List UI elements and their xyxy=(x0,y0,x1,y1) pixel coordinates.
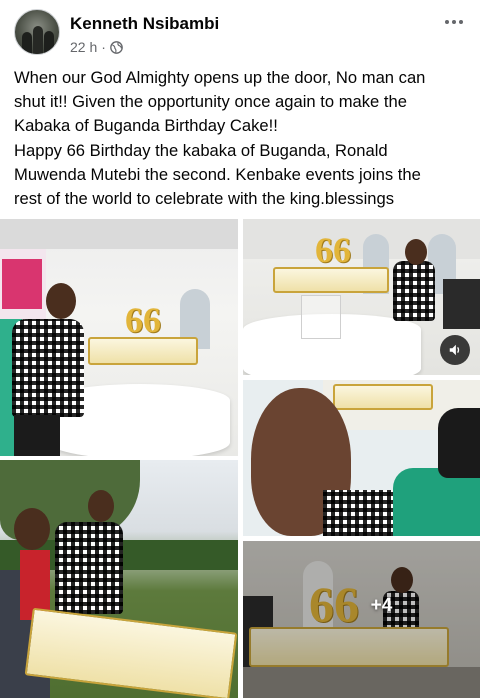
more-horizontal-icon xyxy=(459,20,463,24)
person-trousers xyxy=(14,415,60,456)
tent-roof xyxy=(0,219,238,249)
meta-separator: · xyxy=(101,39,106,55)
photo-3[interactable] xyxy=(243,380,480,536)
avatar-figure xyxy=(22,32,32,54)
more-photos-overlay[interactable]: +4 xyxy=(243,541,480,698)
more-horizontal-icon xyxy=(452,20,456,24)
person-head xyxy=(88,490,114,522)
person-checked-shirt xyxy=(323,490,393,536)
more-photos-count: +4 xyxy=(370,594,393,616)
avatar-figure xyxy=(33,26,43,54)
post-meta: 22 h · xyxy=(70,39,123,55)
cake xyxy=(24,607,238,698)
person-head xyxy=(405,239,427,265)
post-header: Kenneth Nsibambi 22 h · xyxy=(0,0,480,64)
photo-2[interactable]: 66 xyxy=(243,219,480,375)
person-hair xyxy=(438,408,480,478)
volume-icon xyxy=(449,344,460,356)
person-checked-shirt xyxy=(55,522,123,614)
post-text-line: Kabaka of Buganda Birthday Cake!! xyxy=(14,116,278,136)
person-dark xyxy=(443,279,480,329)
cake-stand xyxy=(301,295,341,339)
person-checked-shirt xyxy=(393,261,435,321)
author-name[interactable]: Kenneth Nsibambi xyxy=(70,14,219,34)
post-text: When our God Almighty opens up the door,… xyxy=(14,66,470,211)
more-options-button[interactable] xyxy=(440,12,468,32)
post-text-line: Muwenda Mutebi the second. Kenbake event… xyxy=(14,164,421,184)
post-text-line: rest of the world to celebrate with the … xyxy=(14,189,395,209)
cake xyxy=(333,384,433,410)
cake-number: 66 xyxy=(125,300,161,340)
post-time[interactable]: 22 h xyxy=(70,39,97,55)
sound-button[interactable] xyxy=(440,335,470,365)
post-text-line: Happy 66 Birthday the kabaka of Buganda,… xyxy=(14,140,388,160)
post-text-line: shut it!! Given the opportunity once aga… xyxy=(14,92,407,112)
cake xyxy=(88,337,198,365)
more-horizontal-icon xyxy=(445,20,449,24)
person-head xyxy=(46,283,76,319)
photo-5[interactable]: 66 +4 xyxy=(243,541,480,698)
person-green-dress xyxy=(393,468,480,536)
person-head xyxy=(14,508,50,550)
photo-4[interactable] xyxy=(0,460,238,698)
globe-icon[interactable] xyxy=(110,40,123,54)
person-checked-shirt xyxy=(12,319,84,417)
post-text-line: When our God Almighty opens up the door,… xyxy=(14,68,426,87)
author-avatar[interactable] xyxy=(14,9,60,55)
cake-number: 66 xyxy=(315,230,351,270)
banner-logo xyxy=(2,259,42,309)
photo-1[interactable]: 66 xyxy=(0,219,238,456)
avatar-figure xyxy=(44,31,54,54)
